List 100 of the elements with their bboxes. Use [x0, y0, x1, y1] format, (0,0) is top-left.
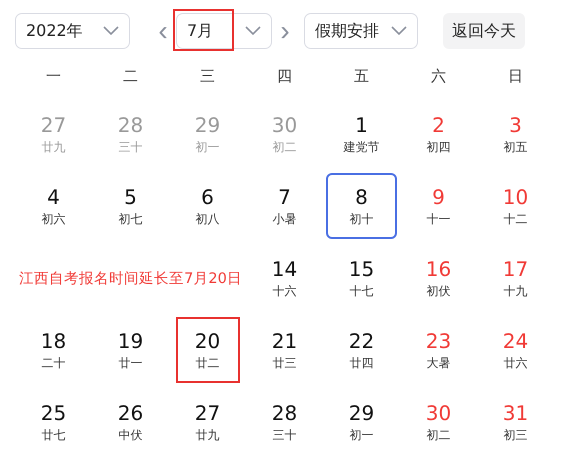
- weekday-label: 三: [199, 67, 216, 86]
- day-number: 7: [278, 184, 291, 210]
- calendar-day[interactable]: 5 初七: [95, 173, 166, 239]
- day-number: 23: [426, 328, 452, 354]
- lunar-date: 建党节: [344, 139, 380, 156]
- lunar-date: 初六: [42, 211, 66, 228]
- lunar-date: 初五: [504, 139, 528, 156]
- day-number: 16: [426, 256, 452, 282]
- chevron-down-icon: [391, 26, 407, 36]
- lunar-date: 廿七: [42, 427, 66, 444]
- chevron-down-icon: [245, 26, 261, 36]
- chevron-down-icon: [103, 26, 119, 36]
- lunar-date: 中伏: [118, 427, 142, 444]
- day-number: 4: [47, 184, 60, 210]
- lunar-date: 三十: [272, 427, 296, 444]
- day-number: 30: [426, 400, 452, 426]
- day-number: 17: [502, 256, 528, 282]
- day-number: 1: [355, 112, 368, 138]
- day-number: 9: [432, 184, 445, 210]
- calendar-day[interactable]: 21 廿三: [249, 317, 320, 383]
- day-number: 30: [272, 112, 298, 138]
- weekday-label: 二: [122, 67, 139, 86]
- day-number: 15: [348, 256, 374, 282]
- day-number: 5: [124, 184, 137, 210]
- lunar-date: 三十: [118, 139, 142, 156]
- calendar-day[interactable]: 24 廿六: [480, 317, 551, 383]
- lunar-date: 十二: [504, 211, 528, 228]
- lunar-date: 廿一: [118, 355, 142, 372]
- lunar-date: 初伏: [426, 283, 450, 300]
- day-number: 8: [355, 184, 368, 210]
- weekday-label: 五: [353, 67, 370, 86]
- lunar-date: 廿四: [350, 355, 374, 372]
- day-number: 22: [348, 328, 374, 354]
- calendar-day[interactable]: 26 中伏: [95, 389, 166, 455]
- lunar-date: 初八: [196, 211, 220, 228]
- lunar-date: 初一: [196, 139, 220, 156]
- day-number: 31: [502, 400, 528, 426]
- lunar-date: 十九: [504, 283, 528, 300]
- calendar-day[interactable]: 7 小暑: [249, 173, 320, 239]
- calendar-day[interactable]: 3 初五: [480, 101, 551, 167]
- today-button[interactable]: 返回今天: [443, 13, 525, 49]
- lunar-date: 初一: [350, 427, 374, 444]
- day-number: 24: [502, 328, 528, 354]
- day-number: 28: [272, 400, 298, 426]
- day-number: 6: [201, 184, 214, 210]
- holiday-select[interactable]: 假期安排: [304, 13, 418, 49]
- day-number: 29: [194, 112, 220, 138]
- calendar-day[interactable]: 18 二十: [18, 317, 89, 383]
- calendar-day[interactable]: 10 十二: [480, 173, 551, 239]
- calendar-day[interactable]: 17 十九: [480, 245, 551, 311]
- calendar-day[interactable]: 29 初一: [326, 389, 397, 455]
- day-number: 14: [272, 256, 298, 282]
- day-number: 25: [40, 400, 66, 426]
- calendar-day[interactable]: 23 大暑: [403, 317, 474, 383]
- weekday-label: 日: [507, 67, 524, 86]
- lunar-date: 廿九: [42, 139, 66, 156]
- year-select[interactable]: 2022年: [15, 13, 130, 49]
- lunar-date: 廿九: [196, 427, 220, 444]
- calendar-day[interactable]: 27 廿九: [172, 389, 243, 455]
- calendar-day[interactable]: 28 三十: [249, 389, 320, 455]
- lunar-date: 初二: [272, 139, 296, 156]
- calendar-day[interactable]: 1 建党节: [326, 101, 397, 167]
- calendar-day[interactable]: 22 廿四: [326, 317, 397, 383]
- lunar-date: 十六: [272, 283, 296, 300]
- day-number: 21: [272, 328, 298, 354]
- day-number: 3: [509, 112, 522, 138]
- weekday-label: 四: [276, 67, 293, 86]
- calendar-day[interactable]: 6 初八: [172, 173, 243, 239]
- day-number: 10: [502, 184, 528, 210]
- lunar-date: 大暑: [426, 355, 450, 372]
- lunar-date: 初四: [426, 139, 450, 156]
- calendar-day[interactable]: 9 十一: [403, 173, 474, 239]
- day-number: 2: [432, 112, 445, 138]
- notice-text: 江西自考报名时间延长至7月20日: [18, 270, 243, 288]
- calendar-day[interactable]: 16 初伏: [403, 245, 474, 311]
- day-number: 20: [194, 328, 220, 354]
- day-number: 26: [118, 400, 144, 426]
- lunar-date: 初三: [504, 427, 528, 444]
- day-number: 27: [194, 400, 220, 426]
- calendar-day[interactable]: 14 十六: [249, 245, 320, 311]
- calendar-day[interactable]: 20 廿二: [176, 317, 240, 383]
- lunar-date: 廿六: [504, 355, 528, 372]
- calendar-day[interactable]: 4 初六: [18, 173, 89, 239]
- day-number: 28: [118, 112, 144, 138]
- lunar-date: 廿二: [196, 355, 220, 372]
- lunar-date: 初七: [118, 211, 142, 228]
- lunar-date: 十七: [350, 283, 374, 300]
- lunar-date: 十一: [426, 211, 450, 228]
- calendar-day[interactable]: 30 初二: [403, 389, 474, 455]
- calendar-day[interactable]: 8 初十: [326, 173, 397, 239]
- day-number: 19: [118, 328, 144, 354]
- calendar-day[interactable]: 25 廿七: [18, 389, 89, 455]
- day-number: 27: [40, 112, 66, 138]
- lunar-date: 小暑: [272, 211, 296, 228]
- calendar-day[interactable]: 15 十七: [326, 245, 397, 311]
- calendar-day[interactable]: 2 初四: [403, 101, 474, 167]
- lunar-date: 初十: [350, 211, 374, 228]
- day-number: 18: [40, 328, 66, 354]
- calendar-day[interactable]: 19 廿一: [95, 317, 166, 383]
- calendar-day[interactable]: 31 初三: [480, 389, 551, 455]
